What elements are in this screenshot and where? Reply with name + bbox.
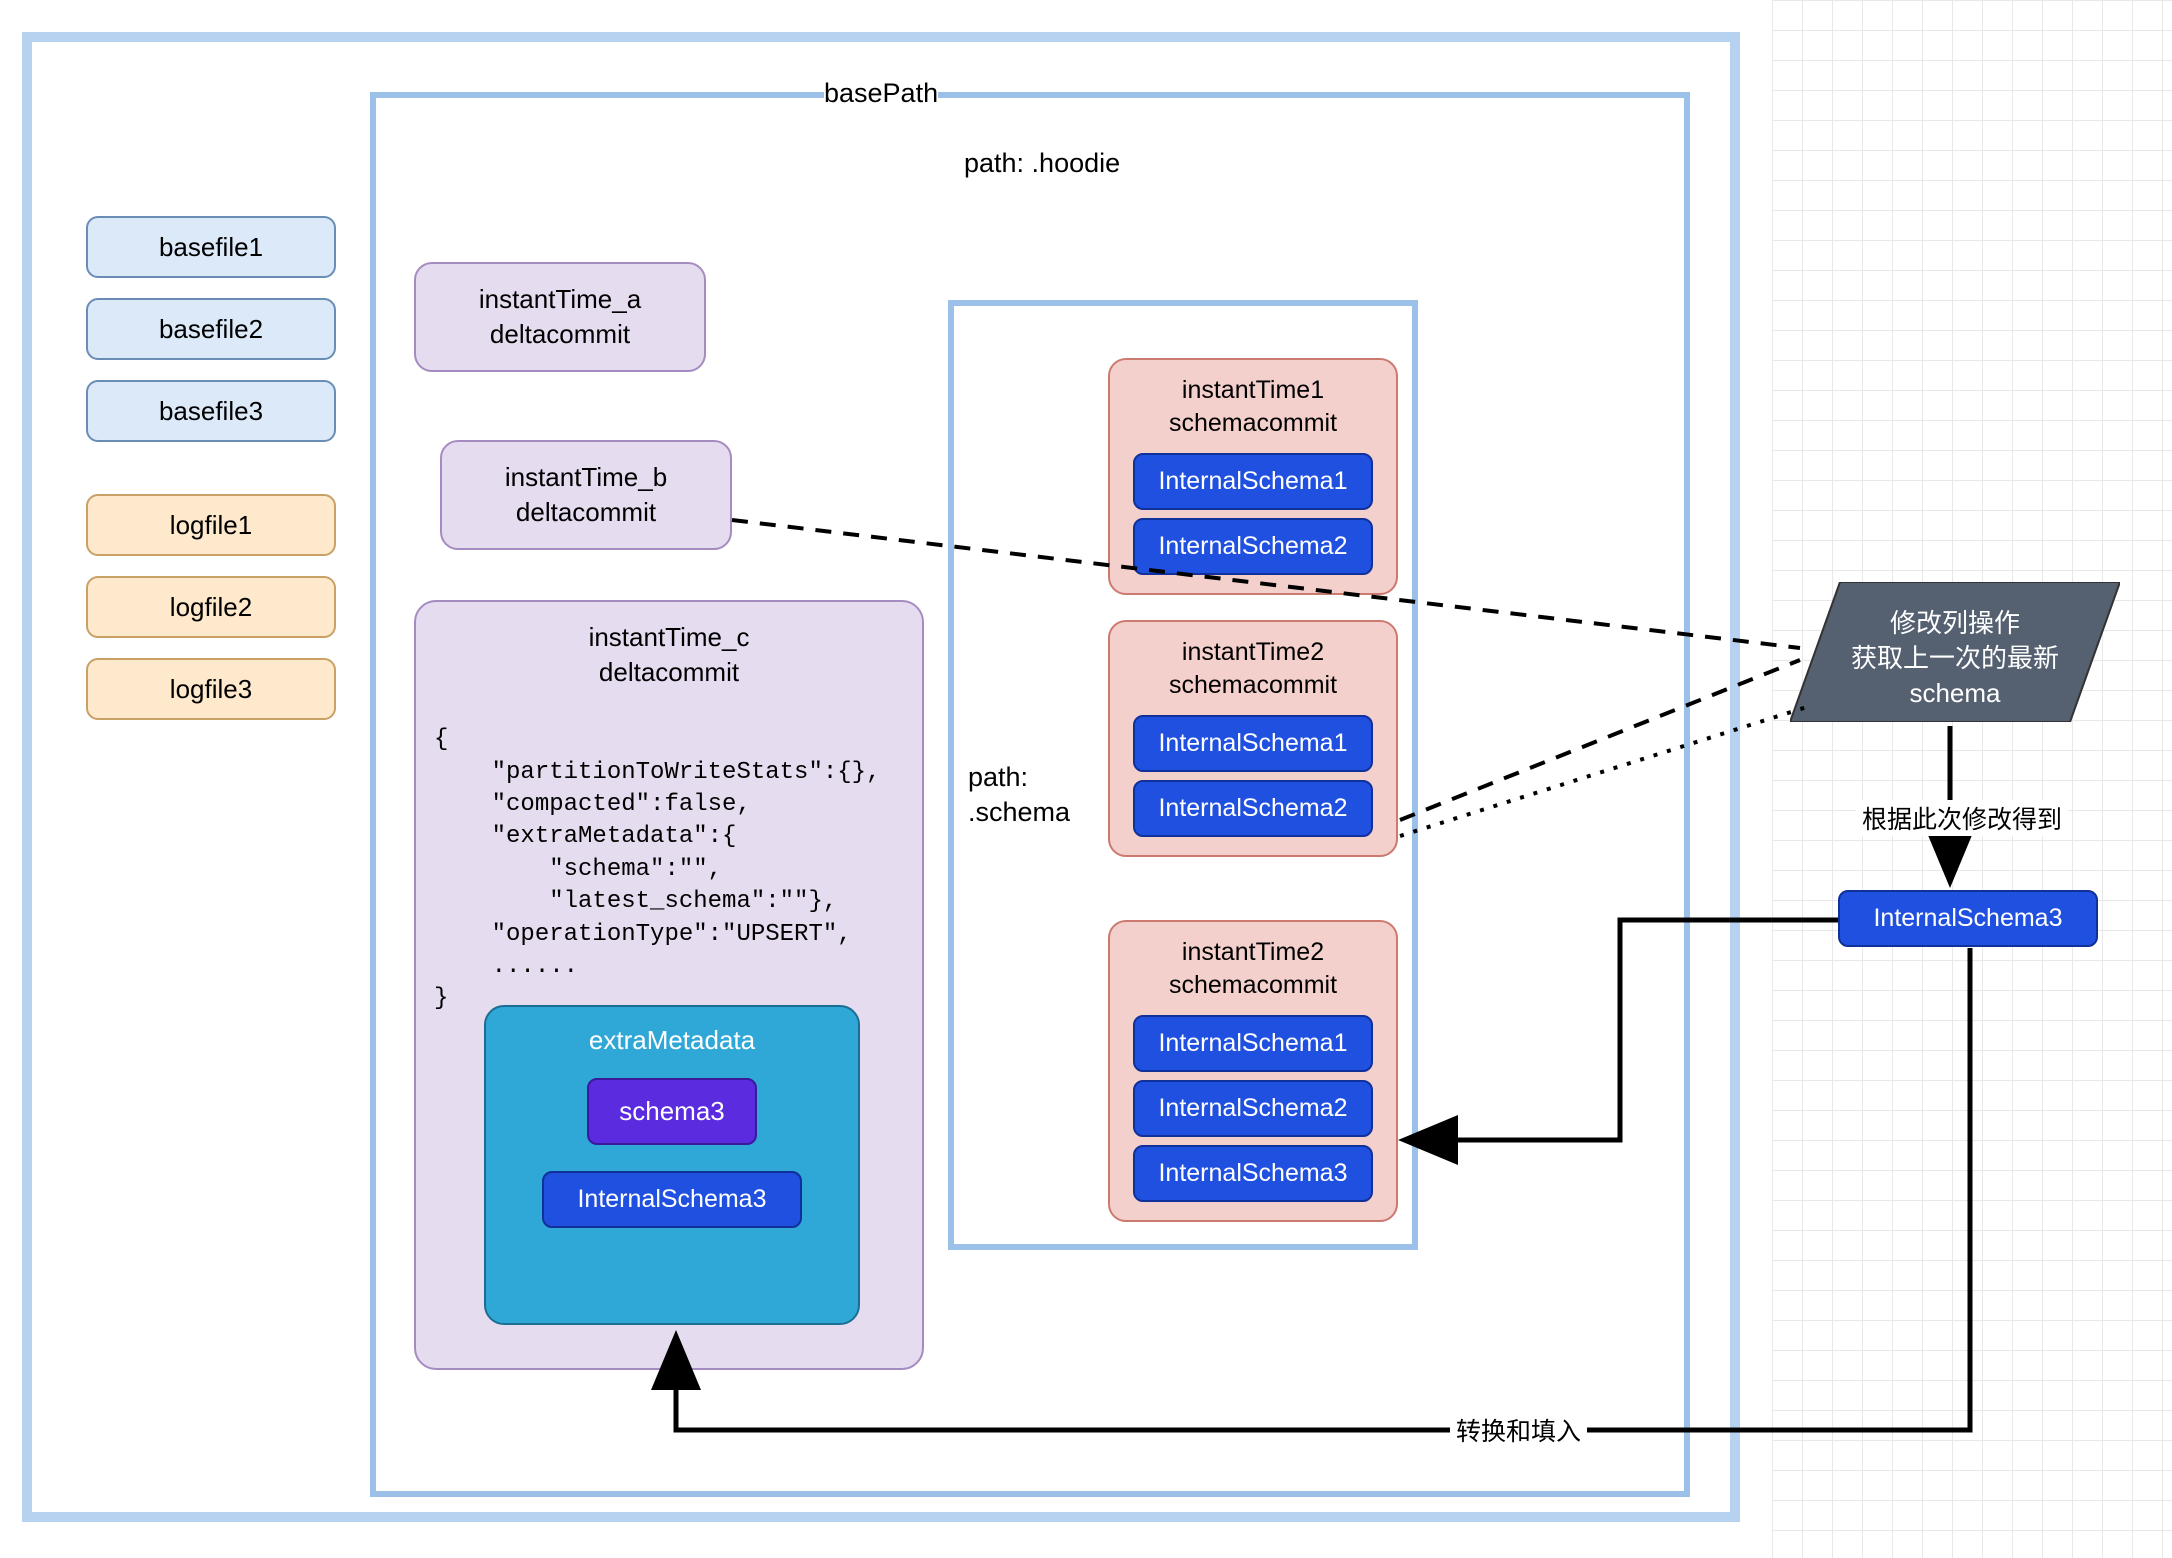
external-internalschema3: InternalSchema3 [1838, 890, 2098, 947]
basefile-item: basefile2 [86, 298, 336, 360]
sc2-time: instantTime2 [1182, 638, 1324, 666]
schemacommit-3: instantTime2 schemacommit InternalSchema… [1108, 920, 1398, 1222]
deltacommit-c-time: instantTime_c [589, 622, 750, 652]
deltacommit-b-type: deltacommit [516, 497, 656, 527]
deltacommit-b-time: instantTime_b [505, 462, 667, 492]
schemacommit-1: instantTime1 schemacommit InternalSchema… [1108, 358, 1398, 595]
sc2-type: schemacommit [1169, 671, 1337, 699]
sc1-time: instantTime1 [1182, 376, 1324, 404]
extrametadata-title: extraMetadata [589, 1025, 755, 1056]
deltacommit-a-type: deltacommit [490, 319, 630, 349]
hoodie-label: path: .hoodie [964, 148, 1120, 179]
basefile-item: basefile1 [86, 216, 336, 278]
schema-path-text: path:.schema [968, 760, 1070, 830]
sc3-item: InternalSchema3 [1133, 1145, 1373, 1202]
basefile-item: basefile3 [86, 380, 336, 442]
sc3-type: schemacommit [1169, 971, 1337, 999]
internalschema3-badge: InternalSchema3 [542, 1171, 802, 1228]
extrametadata-box: extraMetadata schema3 InternalSchema3 [484, 1005, 860, 1325]
deltacommit-a-time: instantTime_a [479, 284, 641, 314]
sc1-item: InternalSchema2 [1133, 518, 1373, 575]
derive-label: 根据此次修改得到 [1856, 800, 2068, 836]
schemacommit-2: instantTime2 schemacommit InternalSchema… [1108, 620, 1398, 857]
sc3-item: InternalSchema1 [1133, 1015, 1373, 1072]
basepath-label: basePath [824, 78, 938, 109]
sc2-item: InternalSchema1 [1133, 715, 1373, 772]
operation-parallelogram: 修改列操作 获取上一次的最新 schema [1790, 582, 2120, 722]
deltacommit-c-type: deltacommit [599, 657, 739, 687]
logfile-item: logfile2 [86, 576, 336, 638]
grid-background [1772, 0, 2172, 1558]
sc3-time: instantTime2 [1182, 938, 1324, 966]
deltacommit-b: instantTime_b deltacommit [440, 440, 732, 550]
sc1-item: InternalSchema1 [1133, 453, 1373, 510]
paral-l3: schema [1909, 678, 2000, 708]
paral-l2: 获取上一次的最新 [1851, 643, 2059, 673]
sc3-item: InternalSchema2 [1133, 1080, 1373, 1137]
sc1-type: schemacommit [1169, 409, 1337, 437]
logfile-item: logfile1 [86, 494, 336, 556]
schema3-badge: schema3 [587, 1078, 757, 1145]
schema-path-label: path:.schema [968, 760, 1070, 830]
diagram-canvas: basePath path: .hoodie path:.schema base… [0, 0, 2172, 1558]
convert-label: 转换和填入 [1450, 1412, 1587, 1448]
sc2-item: InternalSchema2 [1133, 780, 1373, 837]
deltacommit-a: instantTime_a deltacommit [414, 262, 706, 372]
json-content: { "partitionToWriteStats":{}, "compacted… [416, 708, 922, 1016]
paral-l1: 修改列操作 [1890, 608, 2020, 638]
logfile-item: logfile3 [86, 658, 336, 720]
